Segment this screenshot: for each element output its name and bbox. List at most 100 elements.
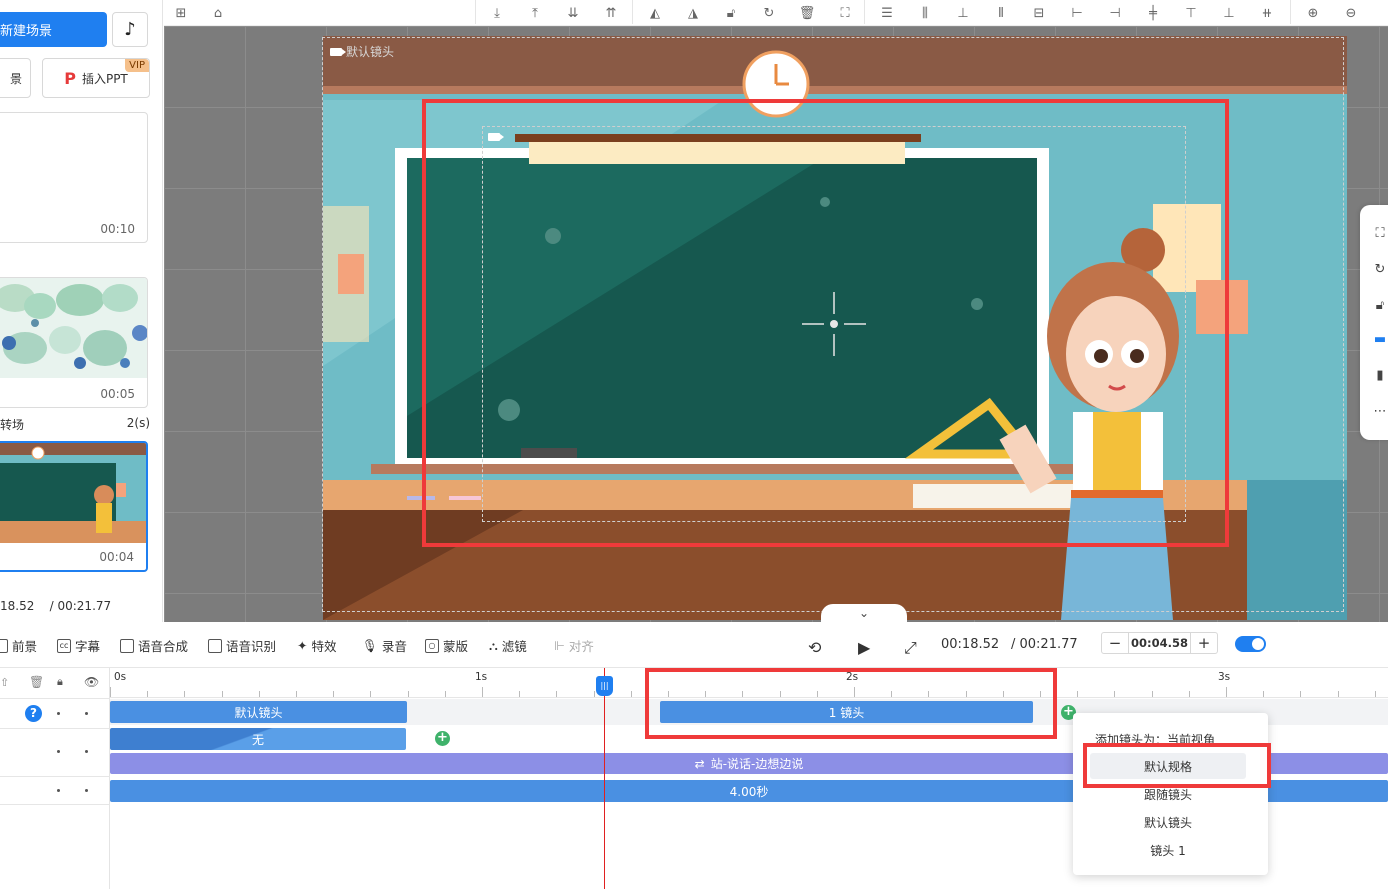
ruler-label: 1s: [475, 671, 488, 683]
playhead[interactable]: [604, 668, 605, 889]
lock-icon[interactable]: 🔓︎: [722, 4, 740, 22]
filter-icon: ⛬: [489, 637, 498, 653]
scene-duration: 00:04: [99, 550, 134, 564]
increase-button[interactable]: +: [1191, 634, 1217, 652]
import-icon[interactable]: ⇧: [0, 676, 9, 689]
screen-icon[interactable]: ▬: [1372, 331, 1388, 347]
music-note-icon: ♪: [124, 19, 136, 40]
rotate-icon[interactable]: ↻: [1372, 261, 1388, 277]
action-clip-label: 站-说话-边想边说: [710, 757, 804, 771]
scene-panel: 新建场景 ♪ 景 P 插入PPT VIP 00:10 00:05 转场 2(s)…: [0, 0, 163, 622]
zoom-in-icon[interactable]: ⊕: [1304, 4, 1322, 22]
align-bottom-edge-icon[interactable]: ⊥: [1220, 4, 1238, 22]
distribute-v-icon[interactable]: ⊟: [1030, 4, 1048, 22]
fullscreen-icon[interactable]: ⛶: [1372, 225, 1388, 241]
snap-toggle[interactable]: [1235, 636, 1266, 652]
mask-button[interactable]: ○ 蒙版: [425, 636, 468, 655]
align-center-v-icon[interactable]: ⧺: [1258, 4, 1276, 22]
panel-current-time: 18.52: [0, 599, 35, 613]
speech-recognition-button[interactable]: 语音识别: [208, 636, 276, 655]
delete-icon[interactable]: 🗑︎: [798, 4, 816, 22]
align-middle-v-icon[interactable]: ⫼: [916, 4, 934, 22]
zoom-out-icon[interactable]: ⊖: [1342, 4, 1360, 22]
filter-button[interactable]: ⛬ 滤镜: [489, 636, 527, 655]
lens-clip-default[interactable]: 默认镜头: [110, 701, 407, 723]
align-button[interactable]: ⊩ 对齐: [554, 636, 594, 655]
align-top-icon[interactable]: ☰: [878, 4, 896, 22]
align-label: 对齐: [568, 639, 594, 654]
tts-button[interactable]: 语音合成: [120, 636, 188, 655]
duration-stepper[interactable]: − 00:04.58 +: [1101, 632, 1218, 654]
move-up-icon[interactable]: ⇈: [602, 4, 620, 22]
new-scene-button[interactable]: 新建场景: [0, 12, 107, 47]
transition-clip[interactable]: 无: [110, 728, 406, 750]
ppt-icon: P: [64, 68, 76, 88]
duration-value[interactable]: 00:04.58: [1128, 633, 1191, 653]
align-left-icon[interactable]: ⊢: [1068, 4, 1086, 22]
move-bottom-icon[interactable]: ⤓: [488, 4, 506, 22]
move-down-icon[interactable]: ⇊: [564, 4, 582, 22]
popup-item-lens-1[interactable]: 镜头 1: [1090, 837, 1246, 863]
mask-icon: ○: [425, 638, 439, 653]
bottom-toolbar: 前景 cc 字幕 语音合成 语音识别 ✦ 特效 🎙︎ 录音 ○ 蒙版 ⛬ 滤镜 …: [0, 622, 1388, 668]
ruler-tick: [444, 691, 446, 697]
align-center-h-icon[interactable]: ╪: [1144, 4, 1162, 22]
collapse-tab[interactable]: ⌄: [821, 604, 907, 622]
transition-row[interactable]: 转场 2(s): [0, 416, 150, 433]
eye-icon[interactable]: 👁︎: [84, 675, 99, 689]
trash-icon[interactable]: 🗑︎: [29, 675, 44, 689]
foreground-button[interactable]: 前景: [0, 636, 37, 655]
background-button[interactable]: 景: [0, 58, 31, 98]
crop-icon[interactable]: ⛶: [836, 4, 854, 22]
ruler-tick: [110, 687, 111, 697]
expand-icon[interactable]: ⤢: [904, 638, 917, 658]
scene-duration: 00:10: [100, 222, 135, 236]
rotate-icon[interactable]: ↻: [760, 4, 778, 22]
record-label: 录音: [381, 639, 407, 654]
add-lens-popup: 添加镜头为：当前视角 默认规格 跟随镜头 默认镜头 镜头 1: [1073, 713, 1268, 875]
total-time: / 00:21.77: [1011, 637, 1078, 652]
align-right-icon[interactable]: ⊣: [1106, 4, 1124, 22]
music-button[interactable]: ♪: [112, 12, 148, 47]
tts-icon: [120, 638, 134, 653]
phone-icon[interactable]: ▮: [1372, 367, 1388, 383]
ruler-tick: [593, 691, 595, 697]
home-icon[interactable]: ⌂: [209, 4, 227, 22]
flip-horizontal-icon[interactable]: ◭: [646, 4, 664, 22]
lock-icon[interactable]: 🔒︎: [57, 675, 63, 689]
subtitle-button[interactable]: cc 字幕: [57, 636, 100, 655]
playhead-handle[interactable]: |||: [596, 676, 613, 696]
play-icon[interactable]: ▶: [858, 638, 870, 657]
scene-card-2[interactable]: 00:05: [0, 277, 148, 408]
current-time: 00:18.52: [941, 637, 1000, 652]
record-button[interactable]: 🎙︎ 录音: [362, 636, 407, 655]
replay-icon[interactable]: ⟲: [808, 638, 821, 657]
help-icon[interactable]: ?: [25, 705, 42, 722]
effects-button[interactable]: ✦ 特效: [297, 636, 337, 655]
popup-item-default-lens[interactable]: 默认镜头: [1090, 809, 1246, 835]
insert-ppt-button[interactable]: P 插入PPT VIP: [42, 58, 150, 98]
foreground-label: 前景: [12, 639, 38, 654]
highlight-frame-timeline: [645, 668, 1057, 739]
ruler-icon[interactable]: ⊞: [172, 4, 190, 22]
new-scene-label: 新建场景: [0, 24, 53, 39]
align-bottom-icon[interactable]: ⊥: [954, 4, 972, 22]
effects-label: 特效: [311, 639, 337, 654]
transition-clip-label: 无: [251, 732, 264, 747]
lock-icon[interactable]: 🔓︎: [1372, 297, 1388, 313]
foreground-icon: [0, 638, 8, 653]
distribute-h-icon[interactable]: ⫴: [992, 4, 1010, 22]
highlight-frame-canvas: [422, 99, 1229, 547]
more-icon[interactable]: ⋯: [1372, 403, 1388, 419]
scene-card-3-active[interactable]: 00:04: [0, 441, 148, 572]
lens-clip-label: 默认镜头: [234, 705, 283, 720]
background-button-label: 景: [9, 71, 22, 86]
decrease-button[interactable]: −: [1102, 634, 1128, 652]
align-top-edge-icon[interactable]: ⊤: [1182, 4, 1200, 22]
flip-vertical-icon[interactable]: ◮: [684, 4, 702, 22]
canvas-area[interactable]: 默认镜头 ⛶ ↻ 🔓︎ ▬ ▮ ⋯ ⌄: [164, 26, 1388, 622]
scene-card-1[interactable]: 00:10: [0, 112, 148, 243]
ruler-tick: [1263, 691, 1265, 697]
move-top-icon[interactable]: ⤒: [526, 4, 544, 22]
add-keyframe-icon[interactable]: +: [435, 731, 450, 746]
